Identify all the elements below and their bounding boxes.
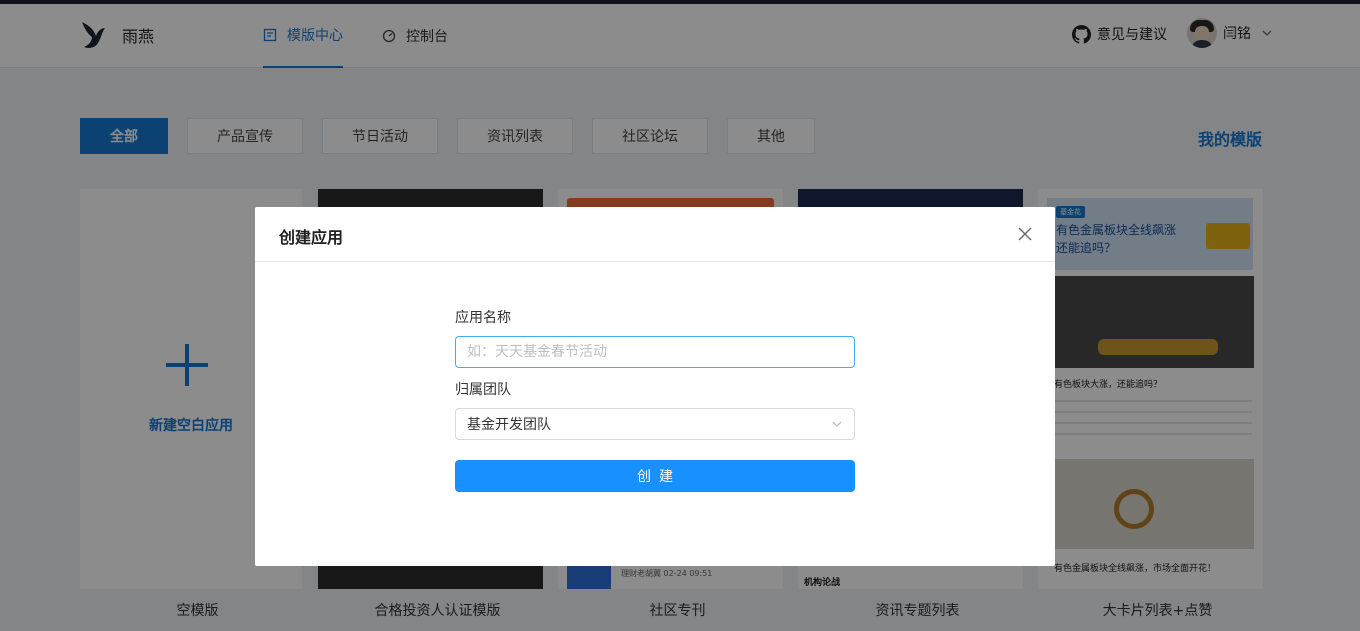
team-select-value: 基金开发团队: [467, 417, 551, 433]
close-icon[interactable]: [1017, 226, 1033, 242]
create-button[interactable]: 创建: [455, 460, 855, 492]
dialog-header: 创建应用: [255, 207, 1055, 262]
dialog-title: 创建应用: [279, 228, 344, 247]
app-name-label: 应用名称: [455, 310, 511, 326]
chevron-down-icon: [832, 421, 842, 427]
create-app-dialog: 创建应用 应用名称 归属团队 基金开发团队 创建: [255, 207, 1055, 566]
team-select[interactable]: 基金开发团队: [455, 408, 855, 440]
team-label: 归属团队: [455, 382, 511, 398]
app-name-input[interactable]: [455, 336, 855, 368]
